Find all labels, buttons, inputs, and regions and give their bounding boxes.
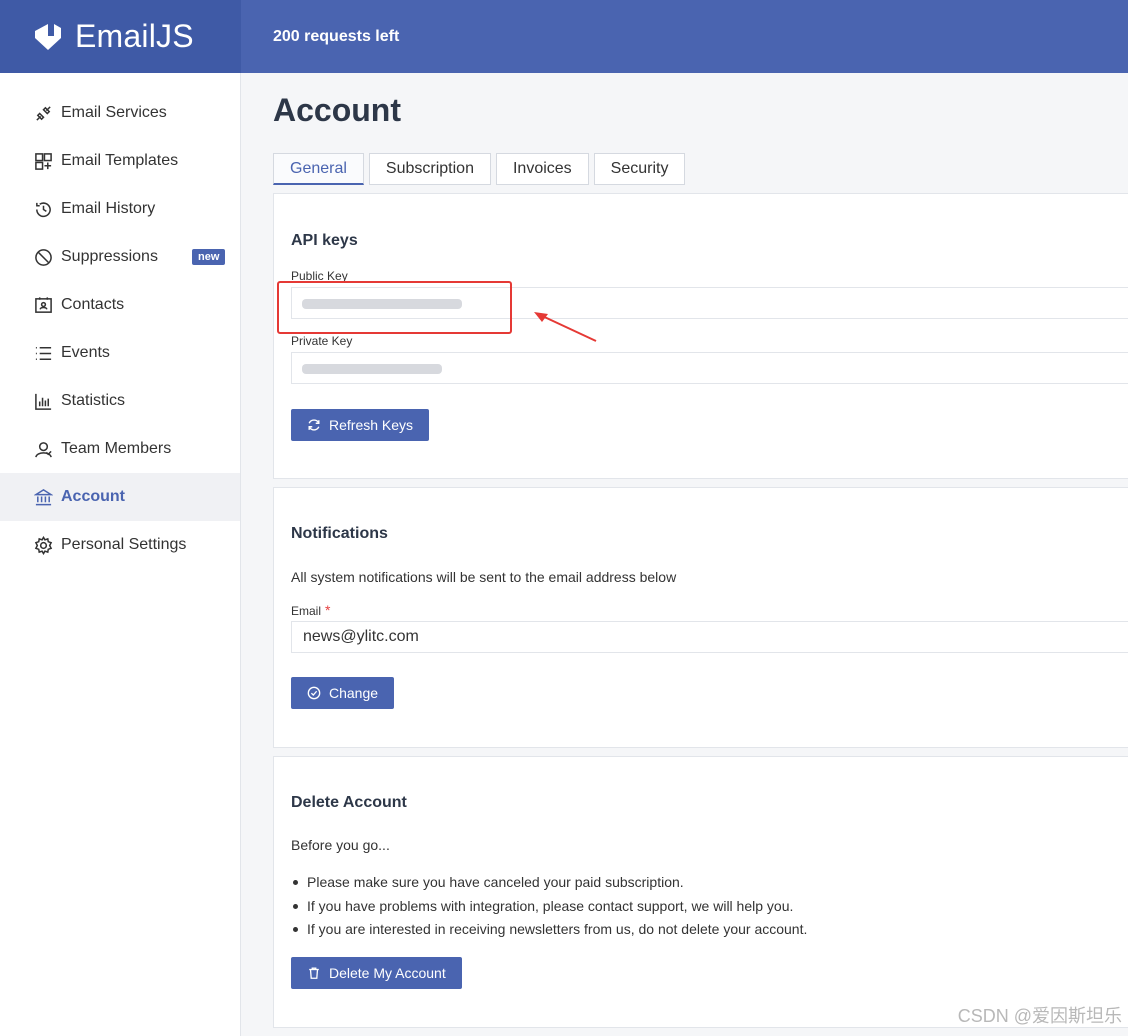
delete-intro: Before you go... — [291, 837, 390, 853]
bank-icon — [33, 487, 53, 507]
list-item: If you are interested in receiving newsl… — [291, 921, 807, 945]
delete-account-title: Delete Account — [291, 794, 407, 811]
brand[interactable]: EmailJS — [0, 0, 241, 73]
change-label: Change — [329, 685, 379, 701]
highlight-box — [277, 281, 512, 334]
notifications-title: Notifications — [291, 525, 388, 542]
sidebar-item-label: Account — [61, 488, 125, 505]
change-button[interactable]: Change — [291, 677, 395, 709]
delete-account-label: Delete My Account — [329, 965, 446, 981]
sidebar-item-team-members[interactable]: Team Members — [0, 425, 240, 473]
tab-general[interactable]: General — [273, 153, 364, 185]
contact-card-icon — [33, 295, 53, 315]
sidebar-item-suppressions[interactable]: Suppressions new — [0, 233, 240, 281]
delete-account-card: Delete Account Before you go... Please m… — [273, 756, 1128, 1028]
sidebar: Email Services Email Templates Email His… — [0, 73, 241, 1036]
private-key-field[interactable] — [291, 352, 1128, 384]
email-label: Email * — [291, 602, 331, 618]
list-icon — [33, 343, 53, 363]
sidebar-item-events[interactable]: Events — [0, 329, 240, 377]
requests-left: 200 requests left — [273, 28, 400, 45]
gear-icon — [33, 535, 53, 555]
emailjs-logo-icon — [35, 23, 61, 50]
ban-icon — [33, 247, 53, 267]
sidebar-item-email-templates[interactable]: Email Templates — [0, 137, 240, 185]
sidebar-item-account[interactable]: Account — [0, 473, 240, 521]
refresh-icon — [308, 419, 320, 431]
sidebar-item-label: Email Templates — [61, 152, 179, 169]
tab-bar: General Subscription Invoices Security — [273, 153, 690, 185]
redacted-private-key — [302, 364, 442, 374]
private-key-label: Private Key — [291, 334, 353, 348]
top-bar: EmailJS 200 requests left — [0, 0, 1128, 73]
annotation-arrow-icon — [534, 312, 597, 342]
list-item: If you have problems with integration, p… — [291, 898, 807, 922]
sidebar-item-label: Events — [61, 344, 110, 361]
sidebar-item-label: Suppressions — [61, 248, 158, 265]
sidebar-item-label: Personal Settings — [61, 536, 187, 553]
sidebar-item-email-services[interactable]: Email Services — [0, 89, 240, 137]
watermark: CSDN @爱因斯坦乐 — [957, 1006, 1122, 1026]
delete-account-button[interactable]: Delete My Account — [291, 957, 462, 989]
tab-security[interactable]: Security — [593, 153, 686, 185]
history-icon — [33, 199, 53, 219]
check-circle-icon — [307, 686, 321, 700]
list-item: Please make sure you have canceled your … — [291, 874, 807, 898]
sidebar-item-label: Team Members — [61, 440, 172, 457]
layout-icon — [33, 151, 53, 171]
notifications-description: All system notifications will be sent to… — [291, 569, 677, 585]
email-field[interactable]: news@ylitc.com — [291, 621, 1128, 653]
refresh-keys-button[interactable]: Refresh Keys — [291, 409, 430, 441]
required-marker: * — [325, 602, 331, 618]
sidebar-item-personal-settings[interactable]: Personal Settings — [0, 521, 240, 569]
sidebar-item-label: Email History — [61, 200, 156, 217]
sidebar-item-statistics[interactable]: Statistics — [0, 377, 240, 425]
brand-name: EmailJS — [75, 18, 194, 54]
page-title: Account — [273, 92, 401, 128]
users-icon — [33, 439, 53, 459]
refresh-keys-label: Refresh Keys — [329, 417, 414, 433]
sidebar-item-contacts[interactable]: Contacts — [0, 281, 240, 329]
plug-icon — [33, 103, 53, 123]
api-keys-title: API keys — [291, 232, 358, 249]
sidebar-item-email-history[interactable]: Email History — [0, 185, 240, 233]
notifications-card: Notifications All system notifications w… — [273, 487, 1128, 748]
api-keys-card: API keys Public Key Private Key Refresh … — [273, 193, 1128, 479]
new-badge: new — [192, 249, 226, 265]
tab-subscription[interactable]: Subscription — [368, 153, 491, 185]
tab-invoices[interactable]: Invoices — [495, 153, 589, 185]
trash-icon — [309, 967, 319, 979]
bar-chart-icon — [33, 391, 53, 411]
sidebar-item-label: Contacts — [61, 296, 125, 313]
sidebar-item-label: Statistics — [61, 392, 126, 409]
sidebar-item-label: Email Services — [61, 104, 167, 121]
delete-warnings-list: Please make sure you have canceled your … — [291, 874, 807, 945]
